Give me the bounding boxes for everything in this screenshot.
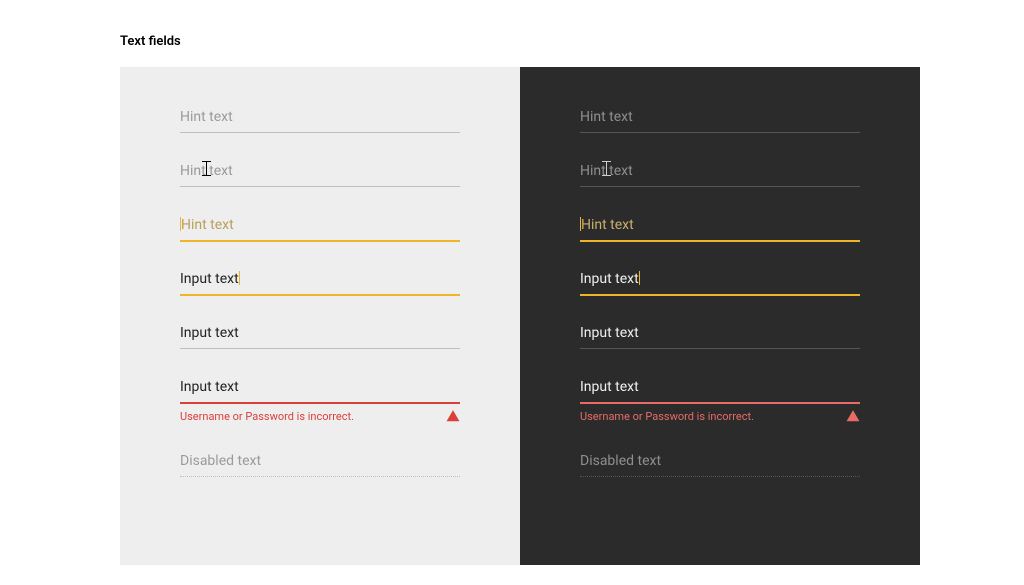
textfield-placeholder: Hint text (180, 161, 460, 187)
textfield-value: Input text (580, 323, 860, 349)
error-message-row: Username or Password is incorrect. (580, 409, 860, 423)
warning-icon (846, 409, 860, 423)
textfield-placeholder: Hint text (580, 107, 860, 133)
textfield-value: Input text (180, 323, 460, 349)
dark-panel: Hint text Hint text Hint text Input text… (520, 67, 920, 565)
textfield-placeholder: Disabled text (580, 451, 860, 477)
textfield-placeholder: Hint text (580, 215, 860, 242)
light-panel: Hint text Hint text Hint text Input text… (120, 67, 520, 565)
warning-icon (446, 409, 460, 423)
textfield-placeholder: Disabled text (180, 451, 460, 477)
textfield-value: Input text (180, 377, 460, 404)
textfield-hover[interactable]: Hint text (580, 161, 860, 187)
panels-container: Hint text Hint text Hint text Input text… (120, 67, 920, 565)
textfield-active[interactable]: Input text (180, 269, 460, 295)
textfield-placeholder: Hint text (580, 161, 860, 187)
page-title: Text fields (0, 0, 1024, 67)
error-message: Username or Password is incorrect. (180, 410, 354, 423)
error-message: Username or Password is incorrect. (580, 410, 754, 423)
textfield-active[interactable]: Input text (580, 269, 860, 295)
textfield-value: Input text (180, 269, 460, 296)
textfield-value: Input text (580, 377, 860, 404)
textfield-error[interactable]: Input text (180, 377, 460, 403)
error-message-row: Username or Password is incorrect. (180, 409, 460, 423)
textfield-filled[interactable]: Input text (580, 323, 860, 349)
textfield-value: Input text (580, 269, 860, 296)
textfield-normal[interactable]: Hint text (180, 107, 460, 133)
textfield-hover[interactable]: Hint text (180, 161, 460, 187)
textfield-filled[interactable]: Input text (180, 323, 460, 349)
textfield-focus[interactable]: Hint text (180, 215, 460, 241)
textfield-disabled: Disabled text (580, 451, 860, 477)
textfield-normal[interactable]: Hint text (580, 107, 860, 133)
textfield-placeholder: Hint text (180, 215, 460, 242)
textfield-error[interactable]: Input text (580, 377, 860, 403)
textfield-disabled: Disabled text (180, 451, 460, 477)
textfield-focus[interactable]: Hint text (580, 215, 860, 241)
textfield-placeholder: Hint text (180, 107, 460, 133)
